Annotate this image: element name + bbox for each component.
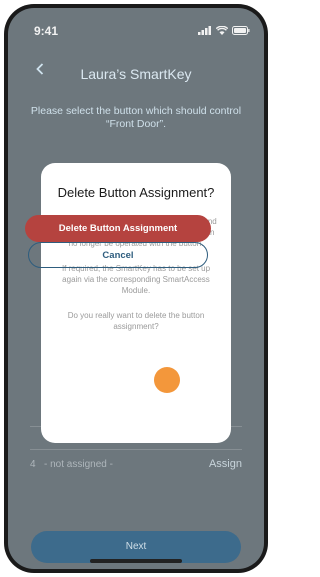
button-row-4[interactable]: 4 - not assigned - Assign (30, 449, 242, 478)
assign-button[interactable]: Assign (209, 458, 242, 470)
home-indicator (90, 559, 182, 563)
cancel-button[interactable]: Cancel (28, 242, 208, 268)
status-icons (198, 26, 250, 35)
battery-icon (232, 26, 250, 35)
touch-indicator (154, 367, 180, 393)
app-screen: 9:41 Laura’s SmartKey Please select the … (8, 8, 264, 569)
row-number: 4 (30, 459, 36, 470)
delete-assignment-button[interactable]: Delete Button Assignment (25, 215, 211, 242)
wifi-icon (216, 26, 228, 35)
dialog-paragraph-3: Do you really want to delete the button … (67, 311, 205, 331)
screen-header: Laura’s SmartKey (8, 60, 264, 86)
phone-frame: 9:41 Laura’s SmartKey Please select the … (4, 4, 268, 573)
signal-icon (198, 26, 211, 35)
status-time: 9:41 (34, 24, 59, 38)
dialog-title: Delete Button Assignment? (57, 185, 215, 200)
page-title: Laura’s SmartKey (80, 66, 192, 82)
instruction-text: Please select the button which should co… (30, 105, 242, 130)
row-label: - not assigned - (44, 459, 113, 470)
status-bar: 9:41 (8, 8, 264, 48)
delete-dialog: Delete Button Assignment? The original b… (41, 163, 231, 443)
